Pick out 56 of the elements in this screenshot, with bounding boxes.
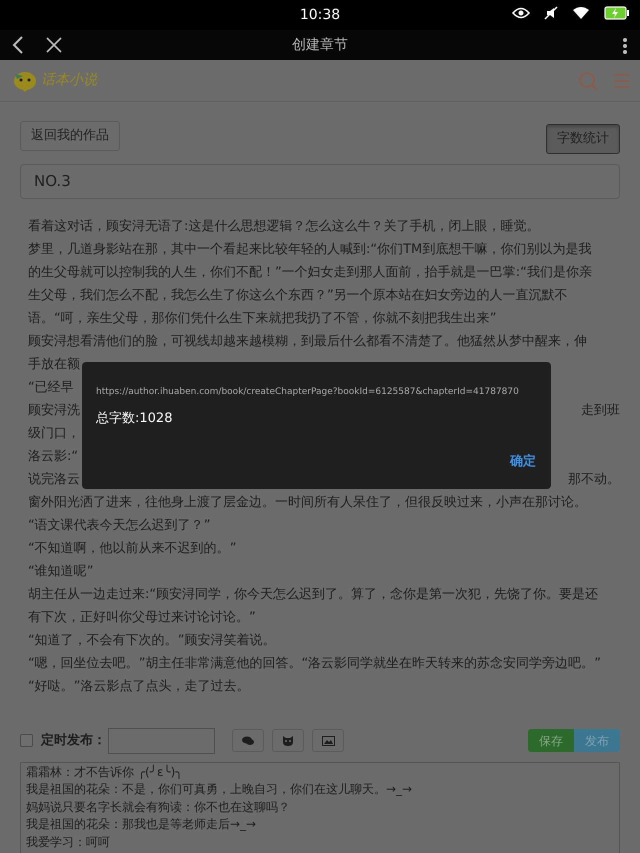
text-line: 顾安浔想看清他们的脸，可视线却越来越模糊，到最后什么都看不清楚了。他猛然从梦中醒来，伸 [28,332,587,350]
bird-logo-icon [12,70,38,92]
text-line: 说完洛云 [28,470,80,488]
dialog-url: https://author.ihuaben.com/book/createChapterPage?bookId=6125587&chapterId=41787870 [96,386,519,399]
text-line: “谁知道呢” [28,562,94,580]
close-icon[interactable] [46,37,62,53]
eye-icon [512,7,530,19]
text-line: 有下次，正好叫你父母过来讨论讨论。” [28,608,256,626]
comment-line: 霜霜林：才不告诉你 ╭(╯ε╰)╮ [26,764,184,781]
text-line: 看着这对话，顾安浔无语了:这是什么思想逻辑？怎么这么牛？关了手机，闭上眼，睡觉。 [28,218,540,236]
comment-line: 妈妈说只要名字长就会有狗读：你不也在这聊吗？ [26,798,291,816]
image-button[interactable] [312,729,344,752]
text-line: “不知道啊，他以前从来不迟到的。” [28,540,236,558]
cat-icon [282,735,294,746]
wifi-icon [572,6,590,20]
text-line: 手放在额 [28,356,80,374]
text-line: 生父母，我们怎么不配，我怎么生了你这么个东西？”另一个原本站在妇女旁边的人一直沉默不 [28,286,568,304]
back-icon[interactable] [12,36,24,54]
ok-button[interactable]: 确定 [508,450,538,473]
text-line: 胡主任从一边走过来:“顾安浔同学，你今天怎么迟到了。算了，念你是第一次犯，先饶了你。要是还 [28,586,598,604]
text-line: “好哒。”洛云影点了点头，走了过去。 [28,678,250,696]
comment-line: 我是祖国的花朵：那我也是等老师走后→_→ [26,816,258,833]
comment-line: 我是祖国的花朵：不是，你们可真勇，上晚自习，你们在这儿聊天。→_→ [26,781,414,798]
text-line: 顾安浔洗 [28,402,80,420]
publish-time-field[interactable] [108,728,215,754]
timed-publish-label: 定时发布： [41,732,106,750]
cat-button[interactable] [272,729,304,752]
text-line: 梦里，几道身影站在那，其中一个看起来比较年轻的人喊到:“你们TM到底想干嘛，你们别以为是我 [28,240,592,258]
logo-text: 话本小说 [41,71,97,90]
status-time: 10:38 [300,6,340,25]
text-line: 语。“呵，亲生父母，那你们凭什么生下来就把我扔了不管，你就不刻把我生出来” [28,310,496,328]
text-line: 窗外阳光洒了进来，往他身上渡了层金边。一时间所有人呆住了，但很反映过来，小声在那讨论。 [28,494,587,512]
notes-field[interactable]: 霜霜林：才不告诉你 ╭(╯ε╰)╮ 我是祖国的花朵：不是，你们可真勇，上晚自习，你们在这儿聊天。→_→ 妈妈说只要名字长就会有狗读：你不也在这聊吗？ 我是祖国的花朵：那我也是等老师走后→_→ 我爱学习：呵呵 [20,762,620,853]
dialog-message: 总字数:1028 [96,410,174,428]
timed-publish-checkbox[interactable] [20,734,33,747]
chapter-title-field[interactable]: NO.3 [20,164,620,198]
more-icon[interactable] [622,36,628,55]
text-line: “知道了，不会有下次的。”顾安浔笑着说。 [28,632,276,650]
publish-button[interactable]: 发布 [574,729,620,752]
text-line: 洛云影:“ [28,448,78,466]
text-line: “已经早 [28,378,74,396]
page-title: 创建章节 [292,36,348,52]
text-line: 走到班 [581,402,620,420]
text-line: 那不动。 [568,470,620,488]
word-count-button[interactable]: 字数统计 [546,124,620,154]
back-to-works-button[interactable]: 返回我的作品 [20,121,120,150]
chat-button[interactable] [232,729,264,752]
image-icon [322,736,334,746]
text-line: 的生父母就可以控制我的人生，你们不配！”一个妇女走到那人面前，抬手就是一巴掌:“我们是你亲 [28,264,592,282]
comment-line: 我爱学习：呵呵 [26,834,111,850]
chat-icon [242,736,254,745]
text-line: “语文课代表今天怎么迟到了？” [28,516,210,534]
text-line: 级门口， [28,424,80,442]
muted-icon [544,6,558,20]
save-button[interactable]: 保存 [528,729,574,752]
text-line: “嗯，回坐位去吧。”胡主任非常满意他的回答。“洛云影同学就坐在昨天转来的苏念安同学旁边吧。” [28,654,601,672]
